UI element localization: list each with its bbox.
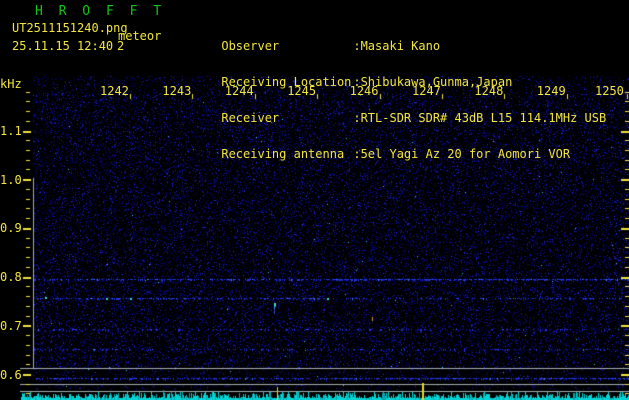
freq-tick-label: 0.7 xyxy=(0,318,22,333)
app-title: H R O F F T xyxy=(35,4,166,19)
freq-tick-label: 1.0 xyxy=(0,172,22,187)
info-value: :5el Yagi Az 20 for Aomori VOR xyxy=(353,147,571,161)
info-row-observer: Observer :Masaki Kano xyxy=(178,28,606,52)
hrofft-screen: H R O F F T UT2511151240.png meteor 25.1… xyxy=(0,0,629,400)
info-row-antenna: Receiving antenna :5el Yagi Az 20 for Aom… xyxy=(178,136,606,160)
time-tick-label: 1249 xyxy=(536,84,566,98)
info-row-location: Receiving Location:Shibukawa,Gunma,Japan xyxy=(178,64,606,88)
freq-tick-label: 0.8 xyxy=(0,270,22,285)
output-filename: UT2511151240.png xyxy=(12,21,128,35)
info-label: Receiving antenna xyxy=(221,147,345,161)
time-tick-label: 1247 xyxy=(412,84,441,98)
time-tick-label: 1248 xyxy=(474,84,504,98)
station-label: meteor xyxy=(118,29,162,43)
freq-tick-label: 0.9 xyxy=(0,221,22,236)
time-tick-label: 1244 xyxy=(224,84,254,98)
info-value: :RTL-SDR SDR# 43dB L15 114.1MHz USB xyxy=(353,111,607,125)
time-tick-label: 1245 xyxy=(287,84,317,98)
y-axis-unit-label: kHz xyxy=(0,77,22,91)
info-label: Observer xyxy=(221,39,280,53)
info-value: :Masaki Kano xyxy=(353,39,441,53)
info-label: Receiver xyxy=(221,111,280,125)
info-row-receiver: Receiver :RTL-SDR SDR# 43dB L15 114.1MHz … xyxy=(178,100,606,124)
time-tick-label: 1246 xyxy=(349,84,379,98)
freq-tick-label: 0.6 xyxy=(0,367,22,382)
freq-tick-label: 1.1 xyxy=(0,124,22,138)
time-tick-label: 1250 xyxy=(595,84,624,98)
echo-count: 2 xyxy=(117,39,125,53)
time-tick-label: 1242 xyxy=(100,84,129,98)
time-tick-label: 1243 xyxy=(162,84,192,98)
observation-datetime: 25.11.15 12:40 xyxy=(12,39,114,53)
